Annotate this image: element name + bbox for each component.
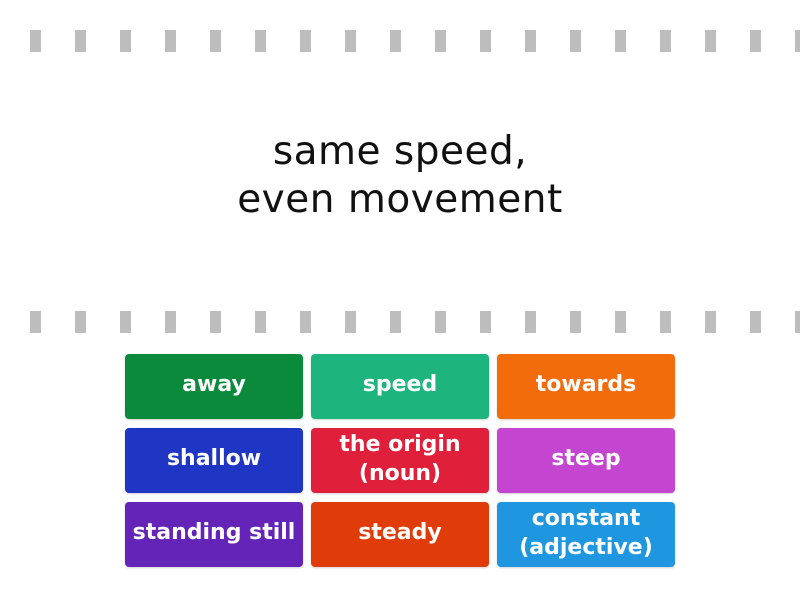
dash-segment [615, 311, 626, 333]
answer-tile-shallow[interactable]: shallow [125, 428, 303, 493]
tile-label-line-1: constant [531, 505, 641, 531]
dash-segment [390, 311, 401, 333]
tile-label: steep [551, 446, 621, 471]
dash-segment [570, 311, 581, 333]
dash-segment [255, 30, 266, 52]
dash-segment [435, 311, 446, 333]
tile-label-line-2: (noun) [358, 460, 442, 486]
dash-segment [795, 30, 800, 52]
tile-label-line-2: (adjective) [519, 534, 653, 560]
answer-tile-the-origin[interactable]: the origin (noun) [311, 428, 489, 493]
tile-label-line-1: the origin [339, 431, 461, 457]
dash-segment [210, 311, 221, 333]
dash-segment [345, 30, 356, 52]
dash-segment [570, 30, 581, 52]
dash-segment [30, 30, 41, 52]
dash-segment [75, 30, 86, 52]
dash-segment [525, 30, 536, 52]
answer-tile-constant[interactable]: constant (adjective) [497, 502, 675, 567]
dash-segment [165, 30, 176, 52]
answer-tile-speed[interactable]: speed [311, 354, 489, 419]
dash-segment [525, 311, 536, 333]
dash-segment [660, 30, 671, 52]
answer-tiles: away speed towards shallow the origin (n… [125, 354, 675, 567]
dash-segment [480, 30, 491, 52]
dash-segment [120, 311, 131, 333]
tile-label: speed [362, 372, 438, 397]
top-drop-zone-border [0, 30, 800, 52]
dash-segment [480, 311, 491, 333]
tile-label: shallow [166, 446, 262, 471]
dash-segment [30, 311, 41, 333]
dash-segment [615, 30, 626, 52]
tile-label: standing still [132, 520, 296, 545]
dash-segment [660, 311, 671, 333]
dash-segment [210, 30, 221, 52]
dash-segment [390, 30, 401, 52]
dash-segment [300, 30, 311, 52]
bottom-drop-zone-border [0, 311, 800, 333]
dash-segment [705, 311, 716, 333]
answer-tile-standing-still[interactable]: standing still [125, 502, 303, 567]
dash-segment [435, 30, 446, 52]
prompt-line-2: even movement [237, 177, 563, 222]
prompt-line-1: same speed, [272, 129, 528, 174]
dash-segment [345, 311, 356, 333]
dash-segment [120, 30, 131, 52]
tile-label: away [182, 372, 246, 397]
answer-tile-steep[interactable]: steep [497, 428, 675, 493]
dash-segment [750, 311, 761, 333]
dash-segment [750, 30, 761, 52]
dash-segment [300, 311, 311, 333]
answer-tile-steady[interactable]: steady [311, 502, 489, 567]
dash-segment [255, 311, 266, 333]
dash-segment [795, 311, 800, 333]
dash-segment [165, 311, 176, 333]
answer-tile-towards[interactable]: towards [497, 354, 675, 419]
dash-segment [705, 30, 716, 52]
prompt-card: same speed, even movement [0, 128, 800, 224]
tile-label: towards [535, 372, 637, 397]
dash-segment [75, 311, 86, 333]
tile-label: steady [358, 520, 442, 545]
answer-tile-away[interactable]: away [125, 354, 303, 419]
